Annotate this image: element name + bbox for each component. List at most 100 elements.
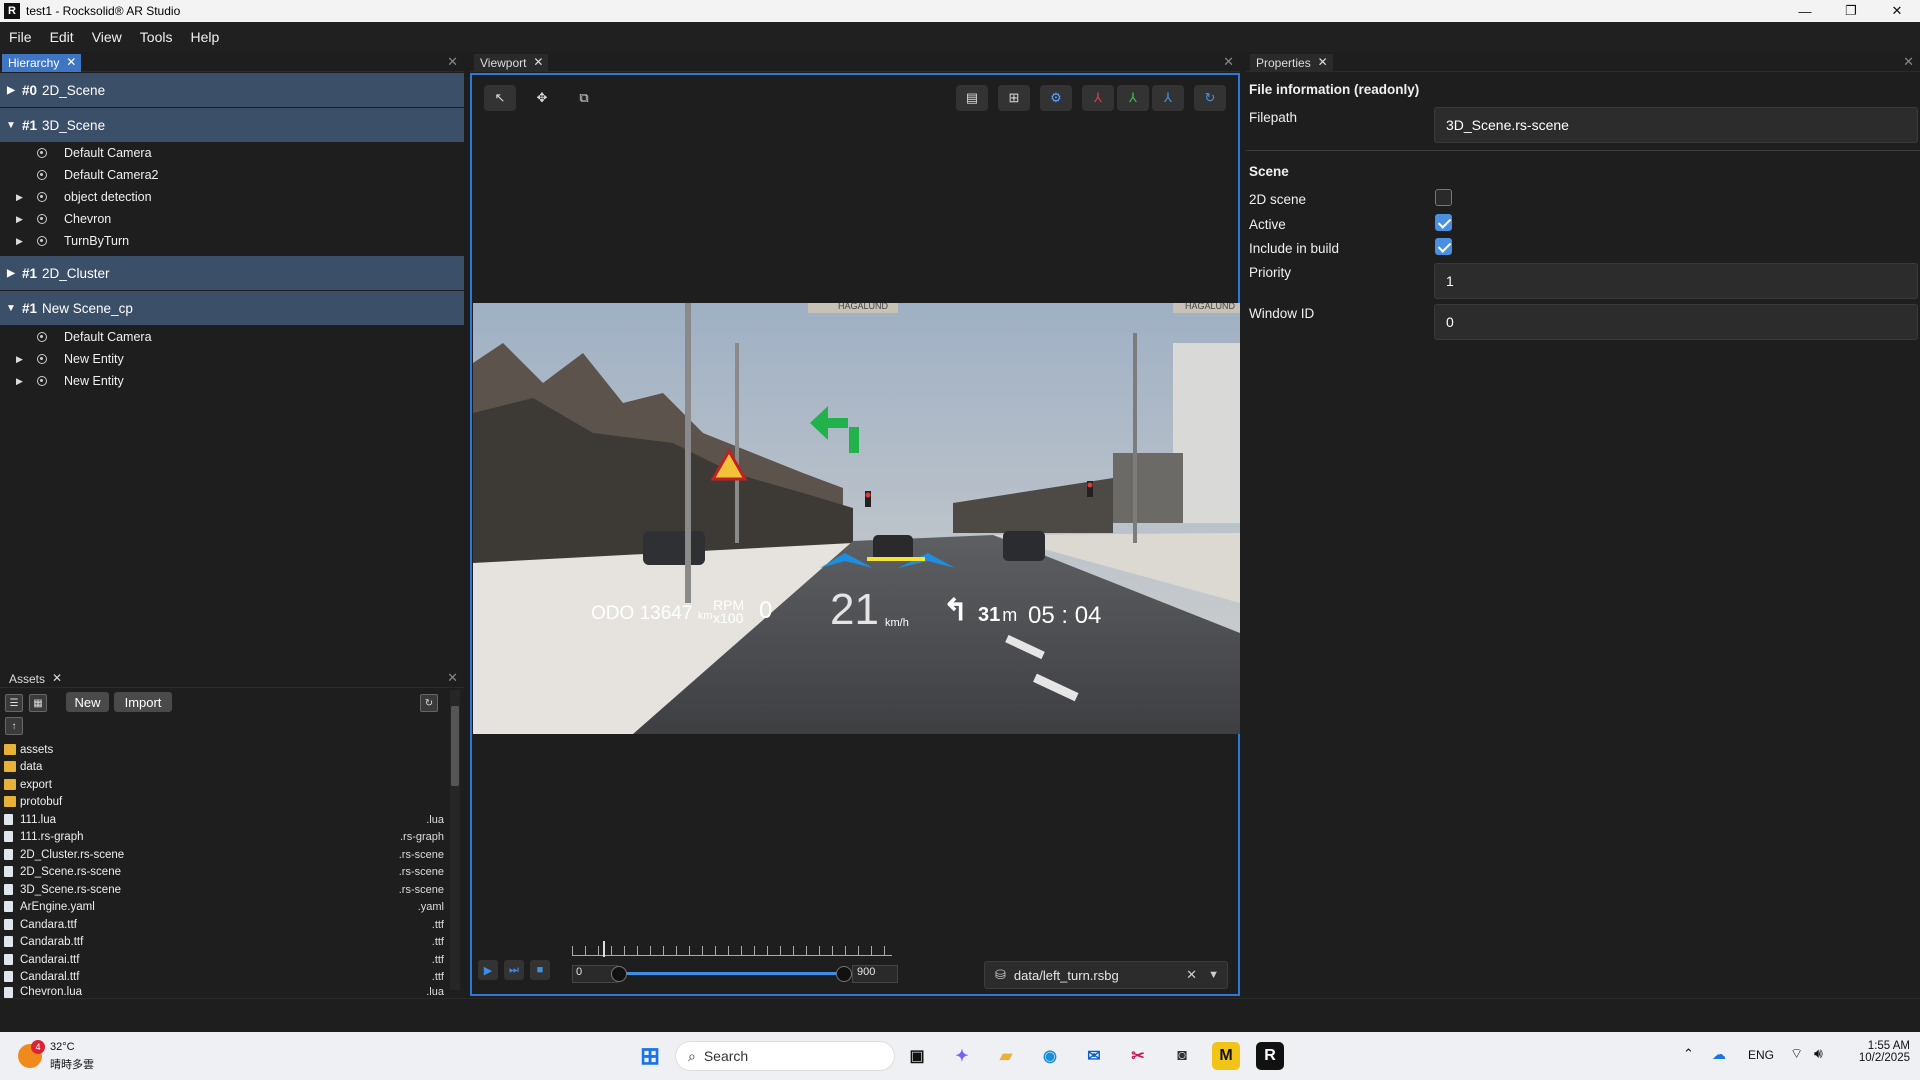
- maximize-button[interactable]: ❐: [1828, 0, 1874, 22]
- chevron-right-icon[interactable]: ▶: [0, 268, 22, 279]
- volume-icon[interactable]: 🔊︎: [1814, 1045, 1823, 1062]
- settings-gear-icon[interactable]: ⚙: [1040, 85, 1072, 111]
- list-item[interactable]: Chevron.lua .lua: [4, 986, 444, 998]
- active-checkbox[interactable]: [1435, 214, 1452, 231]
- snipping-tool-icon[interactable]: ✂: [1124, 1042, 1152, 1070]
- menu-edit[interactable]: Edit: [41, 29, 83, 45]
- list-item[interactable]: 3D_Scene.rs-scene .rs-scene: [4, 881, 444, 898]
- panel-close-icon[interactable]: ✕: [447, 670, 458, 686]
- task-view-icon[interactable]: ▣: [903, 1042, 931, 1070]
- timeline-ticks[interactable]: [572, 946, 892, 956]
- list-item[interactable]: 2D_Cluster.rs-scene .rs-scene: [4, 846, 444, 863]
- entity-row[interactable]: ▶ New Entity: [0, 370, 464, 392]
- list-item[interactable]: data: [4, 758, 444, 775]
- copilot-icon[interactable]: ✦: [948, 1042, 976, 1070]
- weather-temp[interactable]: 32°C: [50, 1041, 75, 1053]
- chevron-right-icon[interactable]: ▶: [16, 192, 23, 203]
- assets-scrollbar[interactable]: [450, 690, 460, 990]
- scene-row[interactable]: ▶ #1 2D_Cluster: [0, 256, 464, 290]
- entity-row[interactable]: Default Camera2: [0, 164, 464, 186]
- chevron-right-icon[interactable]: ▶: [16, 354, 23, 365]
- scrollbar-thumb[interactable]: [451, 706, 459, 786]
- entity-row[interactable]: ▶ TurnByTurn: [0, 230, 464, 252]
- range-end-input[interactable]: 900: [852, 965, 898, 983]
- tray-chevron-up-icon[interactable]: ⌃: [1683, 1046, 1694, 1062]
- list-item[interactable]: Candarai.ttf .ttf: [4, 951, 444, 968]
- tab-viewport[interactable]: Viewport ✕: [474, 54, 549, 72]
- include-in-build-checkbox[interactable]: [1435, 238, 1452, 255]
- menu-file[interactable]: File: [0, 29, 41, 45]
- chevron-right-icon[interactable]: ▶: [16, 376, 23, 387]
- menu-view[interactable]: View: [83, 29, 131, 45]
- chevron-right-icon[interactable]: ▶: [16, 214, 23, 225]
- menu-tools[interactable]: Tools: [131, 29, 182, 45]
- import-button[interactable]: Import: [114, 692, 172, 712]
- list-item[interactable]: protobuf: [4, 793, 444, 810]
- close-icon[interactable]: ✕: [66, 55, 76, 69]
- file-explorer-icon[interactable]: ▰: [992, 1042, 1020, 1070]
- view-mode-icon[interactable]: ▤: [956, 85, 988, 111]
- edge-icon[interactable]: ◉: [1036, 1042, 1064, 1070]
- timeline-playhead[interactable]: [603, 941, 605, 957]
- list-item[interactable]: Candarab.ttf .ttf: [4, 933, 444, 950]
- layout-icon[interactable]: ⊞: [998, 85, 1030, 111]
- entity-row[interactable]: ▶ Chevron: [0, 208, 464, 230]
- refresh-icon[interactable]: ↻: [420, 694, 438, 712]
- onedrive-icon[interactable]: ☁: [1712, 1046, 1726, 1063]
- m-app-icon[interactable]: M: [1212, 1042, 1240, 1070]
- parent-folder-icon[interactable]: ↑: [5, 717, 23, 735]
- play-icon[interactable]: ▶: [478, 960, 498, 980]
- ar-studio-icon[interactable]: R: [1256, 1042, 1284, 1070]
- panel-close-icon[interactable]: ✕: [1903, 54, 1914, 70]
- move-tool-icon[interactable]: ✥: [526, 85, 558, 111]
- panel-close-icon[interactable]: ✕: [447, 54, 458, 70]
- list-item[interactable]: 2D_Scene.rs-scene .rs-scene: [4, 863, 444, 880]
- entity-row[interactable]: Default Camera: [0, 326, 464, 348]
- list-item[interactable]: assets: [4, 741, 444, 758]
- range-track[interactable]: [618, 972, 844, 975]
- grid-view-icon[interactable]: ▦: [29, 694, 47, 712]
- wifi-icon[interactable]: ⌔: [1790, 1045, 1803, 1063]
- close-window-button[interactable]: ✕: [1874, 0, 1920, 22]
- tab-properties[interactable]: Properties ✕: [1250, 54, 1333, 72]
- language-indicator[interactable]: ENG: [1748, 1048, 1774, 1062]
- stop-icon[interactable]: ■: [530, 960, 550, 980]
- select-tool-icon[interactable]: ↖: [484, 85, 516, 111]
- chevron-down-icon[interactable]: ▼: [0, 303, 22, 314]
- new-asset-button[interactable]: New: [66, 692, 109, 712]
- axis-z-icon[interactable]: ⅄: [1152, 85, 1184, 111]
- source-file-select[interactable]: ⛁ data/left_turn.rsbg ✕ ▼: [984, 961, 1228, 989]
- list-item[interactable]: Candaral.ttf .ttf: [4, 968, 444, 985]
- axis-y-icon[interactable]: ⅄: [1117, 85, 1149, 111]
- range-start-handle[interactable]: [611, 966, 627, 982]
- list-item[interactable]: 111.lua .lua: [4, 811, 444, 828]
- scene-row[interactable]: ▼ #1 3D_Scene: [0, 108, 464, 142]
- tab-hierarchy[interactable]: Hierarchy ✕: [2, 54, 82, 72]
- close-icon[interactable]: ✕: [533, 55, 543, 69]
- chevron-down-icon[interactable]: ▼: [1208, 969, 1219, 981]
- start-icon[interactable]: ⊞: [636, 1042, 664, 1070]
- outlook-icon[interactable]: ✉: [1080, 1042, 1108, 1070]
- entity-row[interactable]: ▶ New Entity: [0, 348, 464, 370]
- list-view-icon[interactable]: ☰: [5, 694, 23, 712]
- priority-input[interactable]: 1: [1434, 263, 1918, 299]
- clock[interactable]: 1:55 AM 10/2/2025: [1848, 1040, 1910, 1064]
- menu-help[interactable]: Help: [181, 29, 228, 45]
- list-item[interactable]: export: [4, 776, 444, 793]
- tab-assets[interactable]: Assets ✕: [3, 670, 67, 688]
- scene-row[interactable]: ▶ #0 2D_Scene: [0, 73, 464, 107]
- reset-view-icon[interactable]: ↻: [1194, 85, 1226, 111]
- entity-row[interactable]: ▶ object detection: [0, 186, 464, 208]
- list-item[interactable]: ArEngine.yaml .yaml: [4, 898, 444, 915]
- scene-row[interactable]: ▼ #1 New Scene_cp: [0, 291, 464, 325]
- step-forward-icon[interactable]: ⏭: [504, 960, 524, 980]
- taskbar-search[interactable]: ⌕ Search: [675, 1041, 895, 1071]
- range-end-handle[interactable]: [836, 966, 852, 982]
- list-item[interactable]: 111.rs-graph .rs-graph: [4, 828, 444, 845]
- panel-close-icon[interactable]: ✕: [1223, 54, 1234, 70]
- axis-x-icon[interactable]: ⅄: [1082, 85, 1114, 111]
- chevron-right-icon[interactable]: ▶: [0, 85, 22, 96]
- scale-tool-icon[interactable]: ⧉: [568, 85, 600, 111]
- camera-icon[interactable]: ◙: [1168, 1042, 1196, 1070]
- close-icon[interactable]: ✕: [52, 671, 62, 685]
